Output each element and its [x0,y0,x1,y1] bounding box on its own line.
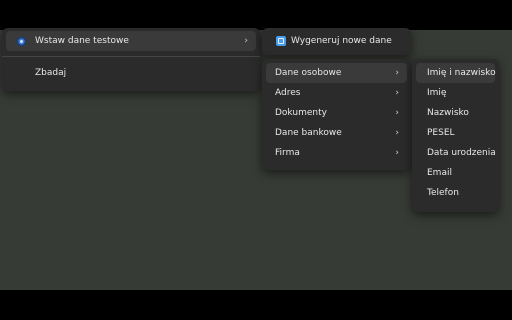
submenu-insert: Wygeneruj nowe dane [262,28,411,55]
menu-item-last-name[interactable]: Nazwisko [416,103,495,123]
chevron-right-icon: › [395,88,399,98]
menu-item-label: Adres [275,88,301,98]
context-menu: Wstaw dane testowe › Zbadaj [2,28,260,91]
menu-item-bank-data[interactable]: Dane bankowe › [266,123,407,143]
chevron-right-icon: › [395,128,399,138]
menu-item-label: Email [427,168,452,178]
menu-item-label: Imię [427,88,447,98]
menu-item-insert-test-data[interactable]: Wstaw dane testowe › [6,31,256,51]
menu-item-full-name[interactable]: Imię i nazwisko [416,63,496,83]
menu-item-label: Wygeneruj nowe dane [291,36,392,46]
chevron-right-icon: › [395,148,399,158]
menu-item-first-name[interactable]: Imię [416,83,495,103]
refresh-icon [276,36,286,46]
submenu-personal-data: Imię i nazwisko Imię Nazwisko PESEL Data… [412,59,499,212]
menu-item-email[interactable]: Email [416,163,495,183]
menu-item-label: Dokumenty [275,108,327,118]
menu-item-label: PESEL [427,128,455,138]
menu-item-label: Data urodzenia [427,148,496,158]
menu-item-personal-data[interactable]: Dane osobowe › [266,63,407,83]
submenu-categories: Dane osobowe › Adres › Dokumenty › Dane … [262,59,411,170]
menu-item-label: Telefon [427,188,459,198]
chevron-right-icon: › [395,68,399,78]
menu-item-generate-new-data[interactable]: Wygeneruj nowe dane [266,31,407,51]
menu-item-label: Wstaw dane testowe [35,36,129,46]
menu-item-label: Dane bankowe [275,128,342,138]
menu-separator [2,56,260,57]
menu-item-label: Firma [275,148,300,158]
menu-item-label: Nazwisko [427,108,469,118]
menu-item-birth-date[interactable]: Data urodzenia [416,143,496,163]
menu-item-label: Zbadaj [35,68,67,78]
menu-item-label: Dane osobowe [275,68,342,78]
menu-item-address[interactable]: Adres › [266,83,407,103]
menu-item-phone[interactable]: Telefon [416,183,495,203]
menu-item-inspect[interactable]: Zbadaj [6,63,256,83]
menu-item-pesel[interactable]: PESEL [416,123,495,143]
menu-item-documents[interactable]: Dokumenty › [266,103,407,123]
menu-item-label: Imię i nazwisko [427,68,496,78]
menu-item-company[interactable]: Firma › [266,143,407,163]
extension-logo-icon [16,35,27,47]
chevron-right-icon: › [395,108,399,118]
chevron-right-icon: › [244,36,248,46]
